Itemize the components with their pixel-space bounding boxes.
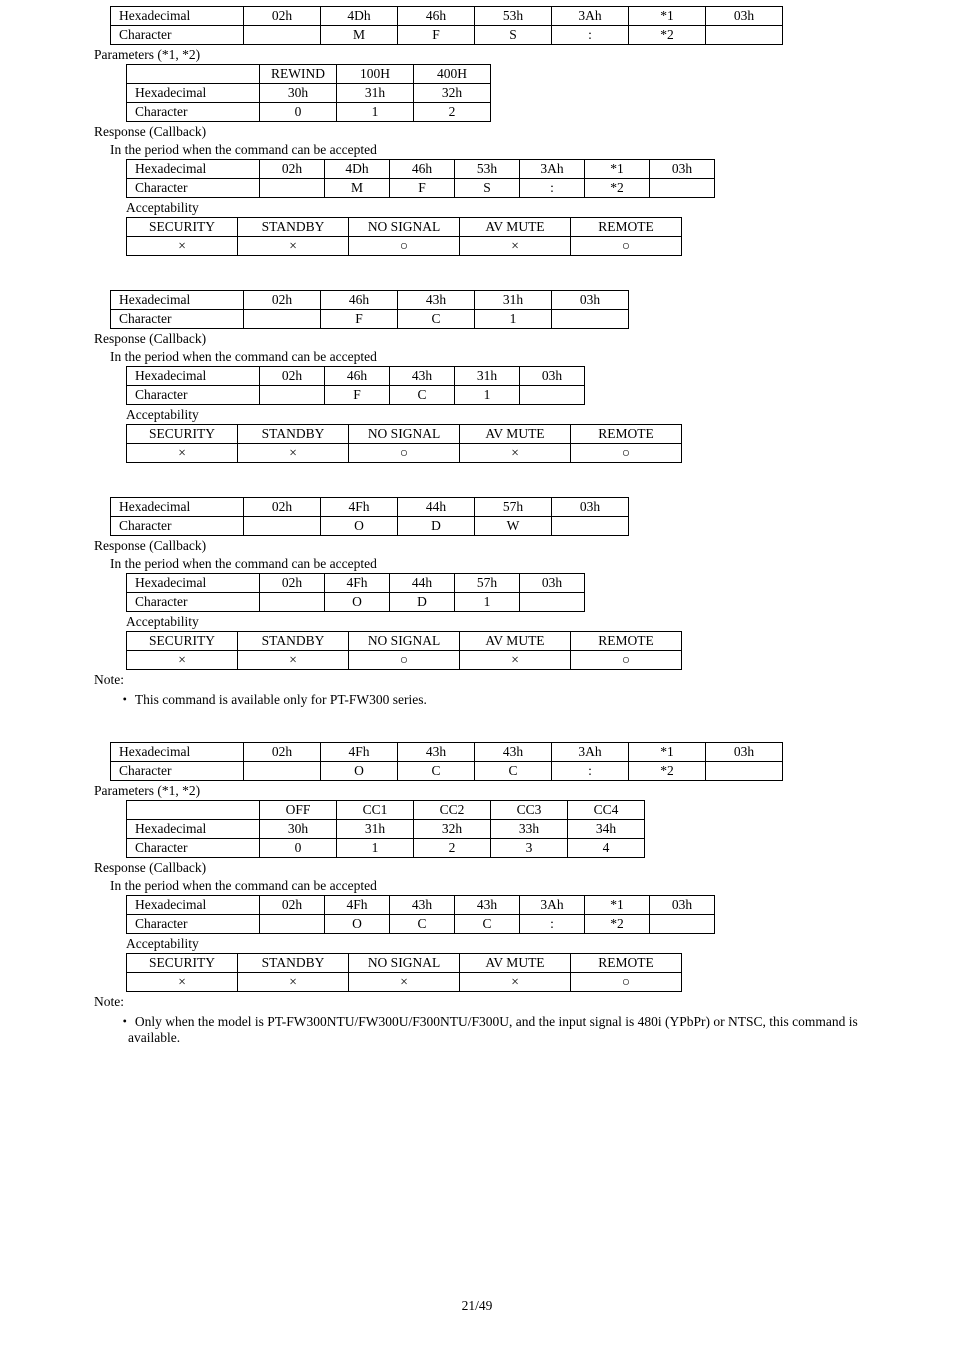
b3-resp-table: Hexadecimal 02h 4Fh 44h 57h 03h Characte… <box>126 573 585 612</box>
b4-params-label: Parameters (*1, *2) <box>94 783 860 799</box>
b2-response-label: Response (Callback) <box>94 331 860 347</box>
b3-response-label: Response (Callback) <box>94 538 860 554</box>
b4-note: Note: <box>94 994 860 1010</box>
b4-top-table: Hexadecimal 02h 4Fh 43h 43h 3Ah *1 03h C… <box>110 742 783 781</box>
b1-top-table: Hexadecimal 02h 4Dh 46h 53h 3Ah *1 03h C… <box>110 6 783 45</box>
b3-period-label: In the period when the command can be ac… <box>110 556 860 572</box>
hex-label: Hexadecimal <box>111 7 244 26</box>
b4-response-label: Response (Callback) <box>94 860 860 876</box>
block-3: Hexadecimal 02h 4Fh 44h 57h 03h Characte… <box>94 497 860 708</box>
b1-params-table: REWIND 100H 400H Hexadecimal 30h 31h 32h… <box>126 64 491 122</box>
b3-acc-table: SECURITY STANDBY NO SIGNAL AV MUTE REMOT… <box>126 631 682 670</box>
b1-acc-table: SECURITY STANDBY NO SIGNAL AV MUTE REMOT… <box>126 217 682 256</box>
b3-note: Note: <box>94 672 860 688</box>
b4-acc-table: SECURITY STANDBY NO SIGNAL AV MUTE REMOT… <box>126 953 682 992</box>
b2-resp-table: Hexadecimal 02h 46h 43h 31h 03h Characte… <box>126 366 585 405</box>
b4-resp-table: Hexadecimal 02h 4Fh 43h 43h 3Ah *1 03h C… <box>126 895 715 934</box>
b2-top-table: Hexadecimal 02h 46h 43h 31h 03h Characte… <box>110 290 629 329</box>
block-4: Hexadecimal 02h 4Fh 43h 43h 3Ah *1 03h C… <box>94 742 860 1046</box>
b3-top-table: Hexadecimal 02h 4Fh 44h 57h 03h Characte… <box>110 497 629 536</box>
b2-acceptability-label: Acceptability <box>126 407 860 423</box>
b1-response-label: Response (Callback) <box>94 124 860 140</box>
page-number: 21/49 <box>0 1298 954 1314</box>
b1-resp-table: Hexadecimal 02h 4Dh 46h 53h 3Ah *1 03h C… <box>126 159 715 198</box>
char-label: Character <box>111 26 244 45</box>
b2-acc-table: SECURITY STANDBY NO SIGNAL AV MUTE REMOT… <box>126 424 682 463</box>
block-2: Hexadecimal 02h 46h 43h 31h 03h Characte… <box>94 290 860 463</box>
b1-period-label: In the period when the command can be ac… <box>110 142 860 158</box>
b3-bullet: ・ This command is available only for PT-… <box>118 688 860 708</box>
b4-params-table: OFF CC1 CC2 CC3 CC4 Hexadecimal 30h 31h … <box>126 800 645 858</box>
b1-params-label: Parameters (*1, *2) <box>94 47 860 63</box>
b4-acceptability-label: Acceptability <box>126 936 860 952</box>
b2-period-label: In the period when the command can be ac… <box>110 349 860 365</box>
b3-acceptability-label: Acceptability <box>126 614 860 630</box>
block-1: Hexadecimal 02h 4Dh 46h 53h 3Ah *1 03h C… <box>94 6 860 256</box>
b4-bullet: ・ Only when the model is PT-FW300NTU/FW3… <box>118 1010 860 1046</box>
b4-period-label: In the period when the command can be ac… <box>110 878 860 894</box>
b1-acceptability-label: Acceptability <box>126 200 860 216</box>
page: Hexadecimal 02h 4Dh 46h 53h 3Ah *1 03h C… <box>0 0 954 1350</box>
